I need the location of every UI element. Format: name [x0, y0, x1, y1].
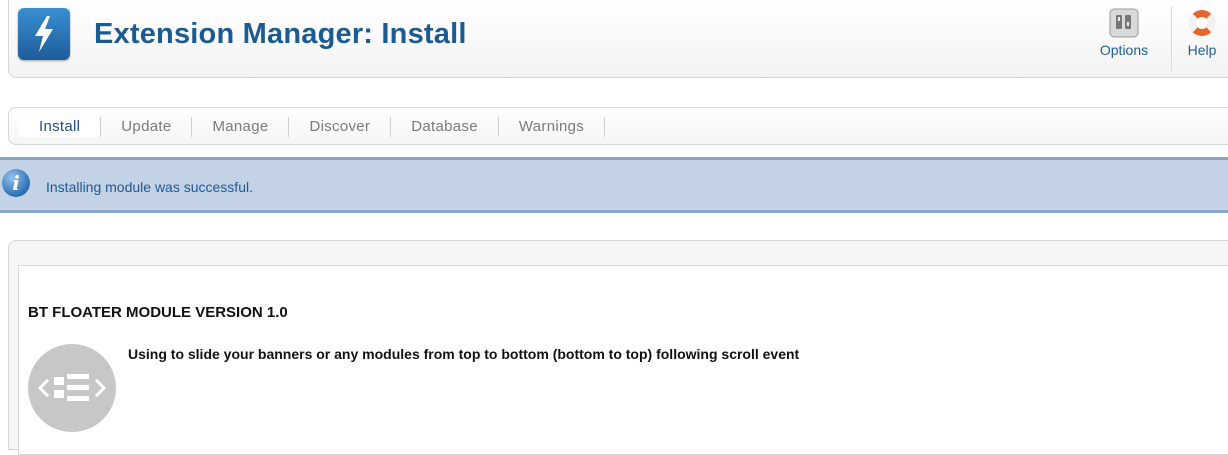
tab-warnings[interactable]: Warnings: [499, 117, 606, 137]
lifebuoy-icon: [1187, 8, 1217, 38]
info-icon: i: [2, 169, 30, 197]
help-button[interactable]: Help: [1176, 8, 1228, 70]
toolbar-divider: [1171, 6, 1172, 72]
submenu-bar: Install Update Manage Discover Database …: [8, 107, 1228, 145]
tab-update[interactable]: Update: [101, 117, 193, 137]
lightning-icon: [18, 8, 70, 60]
submenu-tabs: Install Update Manage Discover Database …: [19, 117, 606, 137]
tab-discover[interactable]: Discover: [289, 117, 392, 137]
options-icon: [1109, 8, 1139, 38]
tab-install[interactable]: Install: [19, 117, 102, 137]
module-description: Using to slide your banners or any modul…: [128, 346, 800, 362]
module-logo-icon: [28, 344, 116, 432]
options-button[interactable]: Options: [1094, 8, 1154, 70]
message-text: Installing module was successful.: [46, 179, 253, 195]
tab-manage[interactable]: Manage: [192, 117, 290, 137]
module-title: BT FLOATER MODULE VERSION 1.0: [28, 304, 288, 321]
help-label: Help: [1187, 42, 1217, 58]
system-message: i Installing module was successful.: [0, 157, 1228, 213]
options-label: Options: [1099, 42, 1149, 58]
tab-database[interactable]: Database: [391, 117, 499, 137]
page-title: Extension Manager: Install: [94, 18, 467, 50]
